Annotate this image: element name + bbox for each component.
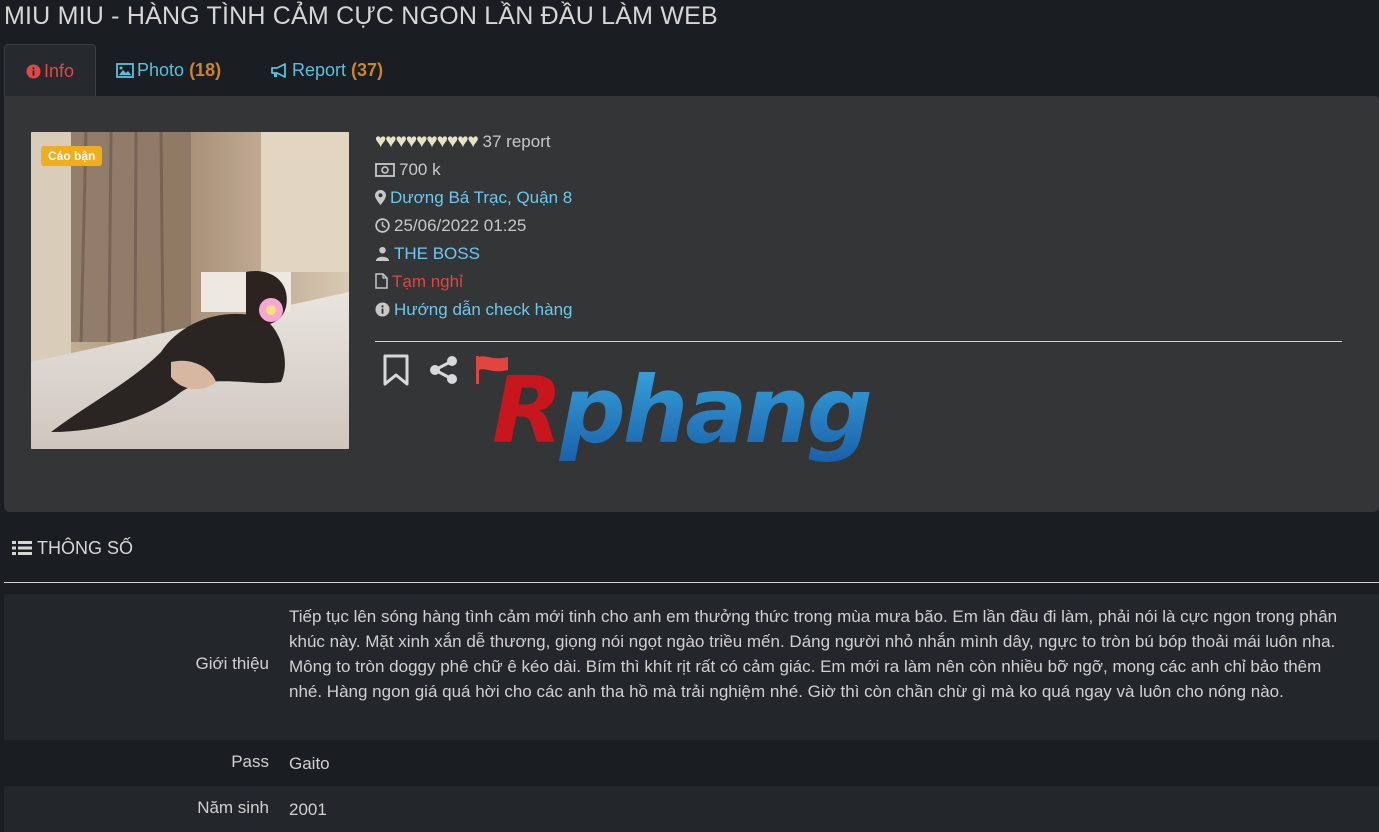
- datetime-value: 25/06/2022 01:25: [394, 216, 527, 235]
- datetime-row: 25/06/2022 01:25: [375, 212, 572, 240]
- watermark-text: Rphang: [492, 358, 870, 464]
- tab-report-count: (37): [351, 60, 384, 80]
- image-icon: [116, 63, 134, 78]
- tab-report[interactable]: Report (37): [270, 44, 383, 96]
- bookmark-icon: [383, 354, 409, 386]
- spec-label-pass: Pass: [231, 752, 269, 771]
- watermark-logo: Rphang: [492, 358, 873, 464]
- share-icon: [430, 356, 457, 384]
- tab-info-label: Info: [43, 61, 75, 81]
- table-row: Giới thiệu Tiếp tục lên sóng hàng tình c…: [4, 594, 1379, 740]
- table-row: Pass Gaito: [4, 740, 1379, 786]
- guide-row[interactable]: Hướng dẫn check hàng: [375, 296, 572, 324]
- info-circle-icon: [375, 302, 390, 317]
- file-icon: [375, 273, 388, 289]
- info-divider: [375, 341, 1342, 342]
- tab-bar: Info Photo (18) Report (37): [4, 44, 1379, 97]
- report-count: 37 report: [482, 132, 551, 151]
- owner-link[interactable]: THE BOSS: [394, 244, 480, 263]
- tab-report-label: Report: [292, 60, 347, 80]
- info-circle-icon: [26, 64, 41, 79]
- share-button[interactable]: [428, 354, 460, 391]
- status-text: Tạm nghỉ: [392, 272, 463, 291]
- status-row: Tạm nghỉ: [375, 268, 572, 296]
- price-value: 700 k: [399, 160, 441, 179]
- specs-title-text: THÔNG SỐ: [37, 538, 134, 558]
- tab-photo-label: Photo: [137, 60, 185, 80]
- location-row[interactable]: Dương Bá Trạc, Quận 8: [375, 184, 572, 212]
- hearts-rating: ♥♥♥♥♥♥♥♥♥♥: [375, 131, 479, 152]
- price-row: 700 k: [375, 156, 572, 184]
- status-badge: Cáo bận: [41, 146, 103, 166]
- page-title: MIU MIU - HÀNG TÌNH CẢM CỰC NGON LẦN ĐẦU…: [4, 2, 718, 30]
- rating-row: ♥♥♥♥♥♥♥♥♥♥ 37 report: [375, 128, 572, 156]
- guide-link[interactable]: Hướng dẫn check hàng: [394, 300, 572, 319]
- map-marker-icon: [375, 190, 386, 205]
- specs-section-title: THÔNG SỐ: [12, 538, 133, 559]
- owner-row[interactable]: THE BOSS: [375, 240, 572, 268]
- tab-photo[interactable]: Photo (18): [116, 44, 221, 96]
- listing-panel: Cáo bận ♥♥♥♥♥♥♥♥♥♥ 37 report 700 k Dương…: [4, 96, 1379, 512]
- specs-rule: [4, 582, 1379, 583]
- list-icon: [12, 541, 32, 555]
- bookmark-button[interactable]: [382, 354, 410, 391]
- clock-icon: [375, 218, 390, 233]
- spec-value-birthyear: 2001: [289, 800, 327, 819]
- money-icon: [375, 163, 395, 177]
- spec-value-intro: Tiếp tục lên sóng hàng tình cảm mới tinh…: [289, 607, 1338, 701]
- location-link[interactable]: Dương Bá Trạc, Quận 8: [390, 188, 572, 207]
- spec-label-intro: Giới thiệu: [195, 654, 269, 673]
- listing-photo-image: [31, 132, 349, 449]
- table-row: Năm sinh 2001: [4, 786, 1379, 832]
- spec-label-birthyear: Năm sinh: [197, 798, 269, 817]
- user-icon: [375, 246, 390, 261]
- spec-value-pass: Gaito: [289, 754, 330, 773]
- megaphone-icon: [271, 63, 286, 78]
- tab-info[interactable]: Info: [4, 44, 96, 97]
- listing-photo[interactable]: Cáo bận: [31, 132, 349, 449]
- tab-photo-count: (18): [189, 60, 222, 80]
- listing-info: ♥♥♥♥♥♥♥♥♥♥ 37 report 700 k Dương Bá Trạc…: [375, 128, 572, 324]
- specs-table: Giới thiệu Tiếp tục lên sóng hàng tình c…: [4, 594, 1379, 832]
